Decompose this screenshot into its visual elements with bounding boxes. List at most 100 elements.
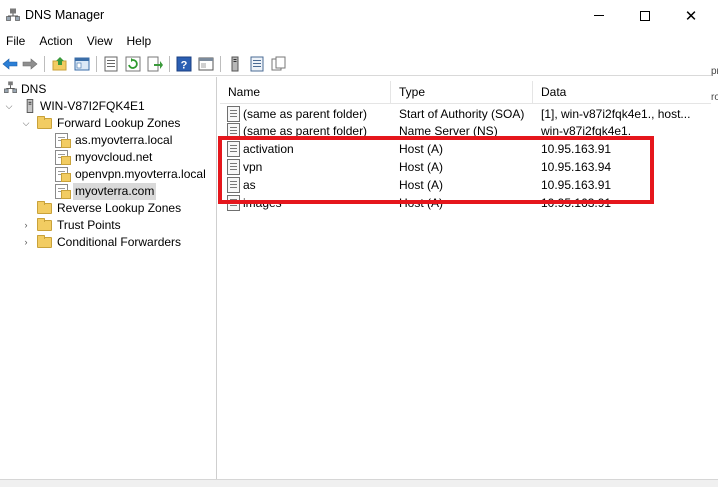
toolbar-separator: [96, 56, 97, 72]
collapse-chevron-icon[interactable]: ⌵: [21, 115, 31, 132]
background-window-fragment: ro: [711, 92, 718, 110]
properties-icon[interactable]: [103, 56, 119, 72]
tree-label: DNS: [21, 82, 47, 96]
toolbar-separator: [220, 56, 221, 72]
tree-label: as.myovterra.local: [75, 133, 173, 147]
tree-label: Forward Lookup Zones: [57, 116, 181, 130]
menu-view[interactable]: View: [80, 31, 120, 51]
record-data: 10.95.163.94: [541, 160, 612, 174]
console-tree: DNS ⌵ WIN-V87I2FQK4E1 ⌵ Forward Lookup Z…: [0, 77, 217, 479]
records-list: Name Type Data (same as parent folder) S…: [220, 77, 718, 479]
tree-node-zone[interactable]: as.myovterra.local: [0, 132, 210, 149]
forward-arrow-icon[interactable]: [22, 56, 38, 72]
zone-file-icon: [55, 167, 71, 182]
record-icon: [227, 159, 240, 175]
folder-icon: [37, 201, 52, 214]
record-name: vpn: [243, 160, 263, 174]
record-data: 10.95.163.91: [541, 178, 612, 192]
tree-node-forward-lookup-zones[interactable]: ⌵ Forward Lookup Zones: [0, 115, 210, 132]
help-icon[interactable]: ?: [176, 56, 192, 72]
svg-text:?: ?: [181, 60, 188, 72]
menu-bar: File Action View Help: [0, 31, 718, 51]
record-icon: [227, 106, 240, 122]
tree-label: myovcloud.net: [75, 150, 153, 164]
menu-file[interactable]: File: [0, 31, 32, 51]
tree-label: openvpn.myovterra.local: [75, 167, 206, 181]
title-bar: DNS Manager ✕: [0, 0, 718, 31]
tree-node-zone[interactable]: openvpn.myovterra.local: [0, 166, 215, 183]
dns-manager-icon: [6, 8, 20, 21]
record-name: as: [243, 178, 256, 192]
column-header-name[interactable]: Name: [220, 81, 391, 104]
folder-icon: [37, 235, 52, 248]
menu-help[interactable]: Help: [120, 31, 159, 51]
up-folder-icon[interactable]: [52, 56, 68, 72]
column-header-type[interactable]: Type: [391, 81, 533, 104]
record-type: Host (A): [399, 142, 444, 156]
record-icon: [227, 195, 240, 211]
record-name: (same as parent folder): [243, 107, 368, 121]
tree-node-zone-selected[interactable]: myovterra.com: [0, 183, 210, 200]
export-list-icon[interactable]: [147, 56, 163, 72]
record-icon: [227, 141, 240, 157]
tree-node-server[interactable]: ⌵ WIN-V87I2FQK4E1: [0, 98, 210, 115]
console-window-icon[interactable]: [198, 56, 214, 72]
record-name: images: [243, 196, 282, 210]
expand-chevron-icon[interactable]: ›: [21, 234, 31, 251]
refresh-icon[interactable]: [125, 56, 141, 72]
table-row[interactable]: (same as parent folder) Name Server (NS)…: [220, 122, 718, 140]
tree-label-selected: myovterra.com: [73, 183, 157, 200]
column-headers: Name Type Data: [220, 81, 718, 104]
record-data: 10.95.163.91: [541, 142, 612, 156]
record-name: activation: [243, 142, 294, 156]
record-data: 10.95.163.91: [541, 196, 612, 210]
tree-label: WIN-V87I2FQK4E1: [40, 99, 145, 113]
tree-node-reverse-lookup-zones[interactable]: Reverse Lookup Zones: [0, 200, 210, 217]
record-icon: [227, 177, 240, 193]
table-row[interactable]: (same as parent folder) Start of Authori…: [220, 105, 718, 123]
folder-icon: [37, 116, 52, 129]
record-type: Start of Authority (SOA): [399, 107, 525, 121]
record-data: [1], win-v87i2fqk4e1., host...: [541, 107, 691, 121]
minimize-button[interactable]: [576, 0, 622, 31]
server-icon: [26, 99, 34, 113]
table-row[interactable]: activation Host (A) 10.95.163.91: [220, 140, 718, 158]
dns-root-icon: [4, 81, 17, 93]
zone-file-icon: [55, 133, 71, 148]
window-title: DNS Manager: [25, 8, 105, 22]
record-type: Host (A): [399, 178, 444, 192]
table-row[interactable]: images Host (A) 10.95.163.91: [220, 194, 718, 212]
background-window-fragment: pr: [711, 66, 718, 84]
tree-node-zone[interactable]: myovcloud.net: [0, 149, 210, 166]
tree-node-trust-points[interactable]: › Trust Points: [0, 217, 210, 234]
record-icon: [227, 123, 240, 139]
tree-node-dns[interactable]: DNS: [0, 81, 200, 98]
menu-action[interactable]: Action: [32, 31, 79, 51]
record-name: (same as parent folder): [243, 124, 368, 138]
record-data: win-v87i2fqk4e1.: [541, 124, 632, 138]
minimize-icon: [594, 15, 604, 16]
show-hide-tree-icon[interactable]: [74, 56, 90, 72]
record-type: Host (A): [399, 196, 444, 210]
collapse-chevron-icon[interactable]: ⌵: [4, 98, 14, 115]
tree-label: Trust Points: [57, 218, 121, 232]
back-arrow-icon[interactable]: [2, 56, 18, 72]
table-row[interactable]: vpn Host (A) 10.95.163.94: [220, 158, 718, 176]
column-header-data[interactable]: Data: [533, 81, 718, 104]
expand-chevron-icon[interactable]: ›: [21, 217, 31, 234]
server-icon[interactable]: [227, 56, 243, 72]
close-icon: ✕: [684, 7, 698, 25]
tree-label: Conditional Forwarders: [57, 235, 182, 249]
record-type: Name Server (NS): [399, 124, 498, 138]
record-list-icon[interactable]: [249, 56, 265, 72]
folder-icon: [37, 218, 52, 231]
copy-icon[interactable]: [271, 56, 287, 72]
toolbar-separator: [44, 56, 45, 72]
close-button[interactable]: ✕: [668, 0, 714, 31]
record-type: Host (A): [399, 160, 444, 174]
zone-file-icon: [55, 150, 71, 165]
tree-node-conditional-forwarders[interactable]: › Conditional Forwarders: [0, 234, 210, 251]
toolbar: ?: [0, 52, 718, 76]
maximize-button[interactable]: [622, 0, 668, 31]
table-row[interactable]: as Host (A) 10.95.163.91: [220, 176, 718, 194]
